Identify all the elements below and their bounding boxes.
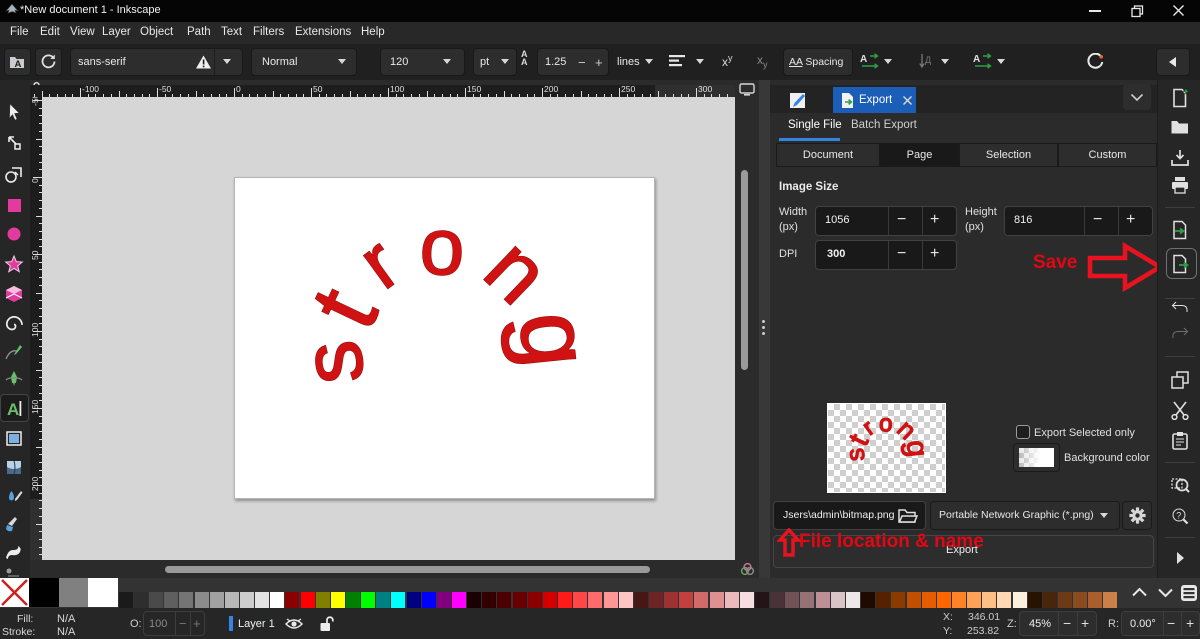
svg-text:r: r xyxy=(857,414,879,440)
svg-text:A: A xyxy=(973,54,980,65)
svg-text:g: g xyxy=(900,439,933,458)
svg-text:s: s xyxy=(841,447,870,463)
svg-text:?: ? xyxy=(1176,511,1181,521)
svg-text:A: A xyxy=(7,400,19,418)
svg-text:g: g xyxy=(499,307,613,372)
svg-text:r: r xyxy=(344,221,414,305)
svg-text:A: A xyxy=(860,54,867,65)
svg-text:Д: Д xyxy=(925,55,931,65)
svg-text:o: o xyxy=(879,410,893,437)
svg-text:o: o xyxy=(418,201,466,292)
svg-text:A: A xyxy=(15,59,22,70)
svg-text:n: n xyxy=(467,221,567,322)
svg-text:s: s xyxy=(283,336,382,389)
